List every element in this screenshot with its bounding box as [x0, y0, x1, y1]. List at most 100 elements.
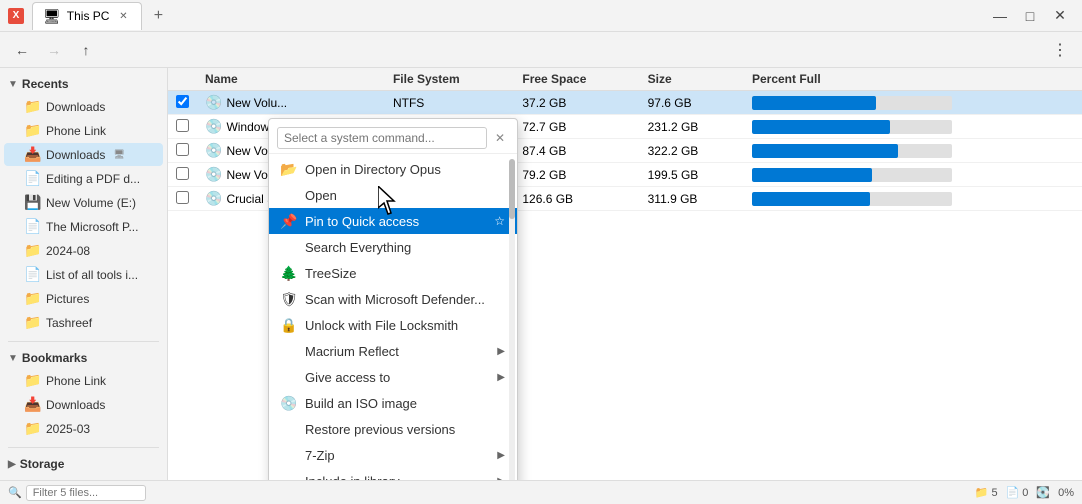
forward-button[interactable]: →: [40, 36, 68, 64]
menu-item-open[interactable]: Open: [269, 182, 517, 208]
col-pct[interactable]: Percent Full: [744, 68, 1082, 91]
col-name[interactable]: Name: [197, 68, 360, 91]
minimize-button[interactable]: —: [986, 2, 1014, 30]
progress-bar-container: [752, 168, 952, 182]
menu-item-label: Macrium Reflect: [305, 344, 489, 359]
row-size: 311.9 GB: [640, 187, 744, 211]
files-badge: 📁 5: [975, 486, 998, 499]
back-button[interactable]: ←: [8, 36, 36, 64]
context-search-clear[interactable]: ✕: [491, 129, 509, 147]
maximize-button[interactable]: □: [1016, 2, 1044, 30]
row-free: 126.6 GB: [514, 187, 639, 211]
zero-count: 0: [1022, 487, 1028, 499]
filter-input[interactable]: [26, 485, 146, 501]
pct-badge: 0%: [1058, 487, 1074, 499]
context-search-input[interactable]: [277, 127, 487, 149]
access-icon: [281, 369, 297, 385]
sidebar-item-pictures[interactable]: 📁 Pictures: [4, 287, 163, 310]
sidebar-item-2024-08[interactable]: 📁 2024-08: [4, 239, 163, 262]
sidebar-item-label: Pictures: [46, 292, 89, 306]
status-bar: 🔍 📁 5 📄 0 💽 0%: [0, 480, 1082, 504]
files-count: 5: [991, 487, 997, 499]
col-size[interactable]: Size: [640, 68, 744, 91]
row-pct: [744, 139, 1082, 163]
row-checkbox[interactable]: [168, 187, 197, 211]
context-menu-search: ✕: [269, 123, 517, 154]
col-extra: [360, 68, 385, 91]
menu-item-treesize[interactable]: 🌲 TreeSize: [269, 260, 517, 286]
col-free[interactable]: Free Space: [514, 68, 639, 91]
sidebar-item-label: Phone Link: [46, 124, 106, 138]
sidebar-item-downloads2[interactable]: 📥 Downloads 🖥: [4, 143, 163, 166]
sidebar-item-downloads1[interactable]: 📁 Downloads: [4, 95, 163, 118]
sidebar-item-label: List of all tools i...: [46, 268, 138, 282]
row-pct: [744, 115, 1082, 139]
storage-chevron: ▶: [8, 459, 16, 470]
menu-item-restore[interactable]: Restore previous versions: [269, 416, 517, 442]
menu-item-search[interactable]: Search Everything: [269, 234, 517, 260]
sidebar-item-label: Downloads: [46, 148, 105, 162]
row-checkbox[interactable]: [168, 115, 197, 139]
app-icon: X: [8, 8, 24, 24]
context-menu-scroll-thumb: [509, 159, 515, 219]
close-button[interactable]: ✕: [1046, 2, 1074, 30]
sidebar-item-tashreef[interactable]: 📁 Tashreef: [4, 311, 163, 334]
library-icon: [281, 473, 297, 480]
table-row[interactable]: 💿New Volu... NTFS 37.2 GB 97.6 GB: [168, 91, 1082, 115]
progress-bar-fill: [752, 120, 890, 134]
sidebar-item-pdf[interactable]: 📄 Editing a PDF d...: [4, 167, 163, 190]
sidebar-item-bk-2025[interactable]: 📁 2025-03: [4, 417, 163, 440]
row-pct: [744, 91, 1082, 115]
row-fs: NTFS: [385, 91, 514, 115]
row-free: 87.4 GB: [514, 139, 639, 163]
menu-item-locksmith[interactable]: 🔒 Unlock with File Locksmith: [269, 312, 517, 338]
storage-label: Storage: [20, 457, 65, 471]
storage-header[interactable]: ▶ Storage: [0, 454, 167, 474]
sidebar-item-label: New Volume (E:): [46, 196, 136, 210]
menu-item-7zip[interactable]: 7-Zip ▶: [269, 442, 517, 468]
sidebar: ▼ Recents 📁 Downloads 📁 Phone Link 📥 Dow…: [0, 68, 168, 480]
menu-item-pin[interactable]: 📌 Pin to Quick access ☆: [269, 208, 517, 234]
menu-item-library[interactable]: Include in library ▶: [269, 468, 517, 480]
progress-bar-fill: [752, 168, 872, 182]
menu-item-defender[interactable]: 🛡 Scan with Microsoft Defender...: [269, 286, 517, 312]
submenu-arrow: ▶: [497, 476, 505, 481]
sidebar-item-microsoft[interactable]: 📄 The Microsoft P...: [4, 215, 163, 238]
more-button[interactable]: ⋮: [1046, 36, 1074, 64]
recents-header[interactable]: ▼ Recents: [0, 74, 167, 94]
tab-close-button[interactable]: ✕: [115, 8, 131, 24]
row-free: 37.2 GB: [514, 91, 639, 115]
context-menu-scrollbar[interactable]: [509, 159, 515, 480]
menu-item-give-access[interactable]: Give access to ▶: [269, 364, 517, 390]
sidebar-item-label: Downloads: [46, 398, 105, 412]
sidebar-item-tools[interactable]: 📄 List of all tools i...: [4, 263, 163, 286]
col-fs[interactable]: File System: [385, 68, 514, 91]
sidebar-item-bk-downloads[interactable]: 📥 Downloads: [4, 393, 163, 416]
menu-item-macrium[interactable]: Macrium Reflect ▶: [269, 338, 517, 364]
sidebar-item-volume-e[interactable]: 💾 New Volume (E:): [4, 191, 163, 214]
row-checkbox[interactable]: [168, 91, 197, 115]
context-menu: ✕ 📂 Open in Directory Opus Open 📌 Pin to…: [268, 118, 518, 480]
up-button[interactable]: ↑: [72, 36, 100, 64]
row-size: 322.2 GB: [640, 139, 744, 163]
menu-item-label: Include in library: [305, 474, 489, 481]
macrium-icon: [281, 343, 297, 359]
sidebar-item-phonelink[interactable]: 📁 Phone Link: [4, 119, 163, 142]
row-checkbox[interactable]: [168, 163, 197, 187]
folder-count-icon: 📁: [975, 486, 989, 499]
sidebar-item-label: 2024-08: [46, 244, 90, 258]
bookmarks-label: Bookmarks: [22, 351, 87, 365]
zero-badge: 📄 0: [1006, 486, 1029, 499]
main-tab[interactable]: 🖥 This PC ✕: [32, 2, 142, 30]
shield-icon: 🛡: [281, 291, 297, 307]
bookmarks-header[interactable]: ▼ Bookmarks: [0, 348, 167, 368]
new-tab-button[interactable]: +: [146, 4, 170, 28]
folder-icon: 📁: [24, 314, 40, 331]
menu-item-open-opus[interactable]: 📂 Open in Directory Opus: [269, 156, 517, 182]
row-name: 💿New Volu...: [197, 91, 360, 115]
row-pct: [744, 163, 1082, 187]
sidebar-item-bk-phone[interactable]: 📁 Phone Link: [4, 369, 163, 392]
row-checkbox[interactable]: [168, 139, 197, 163]
menu-item-iso[interactable]: 💿 Build an ISO image: [269, 390, 517, 416]
tab-icon: 🖥: [43, 8, 61, 25]
